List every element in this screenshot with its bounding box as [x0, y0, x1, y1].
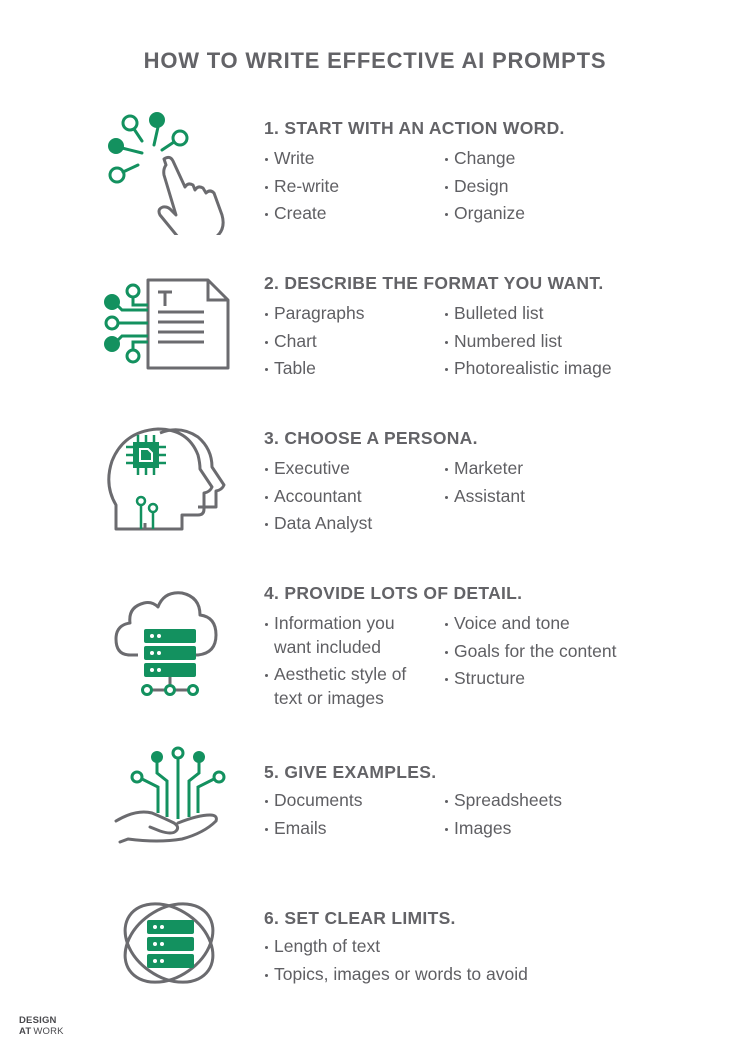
list-item: Aesthetic style of text or images — [264, 663, 434, 710]
list-item: Voice and tone — [444, 612, 616, 636]
list-item: Assistant — [444, 485, 525, 509]
logo-line-1: DESIGN — [19, 1015, 57, 1026]
right-list: Voice and tone Goals for the content Str… — [444, 612, 616, 695]
list-item: Paragraphs — [264, 302, 364, 326]
list-item: Design — [444, 175, 525, 199]
right-list: Bulleted list Numbered list Photorealist… — [444, 302, 612, 385]
hand-circuit-icon — [100, 735, 230, 865]
list-item: Executive — [264, 457, 372, 481]
logo-mark: AT — [19, 1026, 32, 1037]
list-item: Accountant — [264, 485, 372, 509]
section-heading: 5. GIVE EXAMPLES. — [264, 762, 437, 782]
list-item: Photorealistic image — [444, 357, 612, 381]
left-list: Executive Accountant Data Analyst — [264, 457, 372, 540]
list-item: Information you want included — [264, 612, 434, 659]
list-item: Images — [444, 817, 562, 841]
logo-word: WORK — [33, 1026, 64, 1037]
list-item: Marketer — [444, 457, 525, 481]
list-item: Create — [264, 202, 339, 226]
design-at-work-logo: DESIGN AT WORK — [19, 1015, 64, 1037]
section-heading: 2. DESCRIBE THE FORMAT YOU WANT. — [264, 273, 604, 293]
document-circuit-icon — [100, 260, 230, 390]
list-item: Documents — [264, 789, 363, 813]
right-list: Marketer Assistant — [444, 457, 525, 512]
list-item: Write — [264, 147, 339, 171]
logo-line-2: AT WORK — [19, 1026, 64, 1037]
section-heading: 4. PROVIDE LOTS OF DETAIL. — [264, 583, 523, 603]
list-item: Change — [444, 147, 525, 171]
hand-tap-nodes-icon — [100, 105, 230, 235]
section-heading: 6. SET CLEAR LIMITS. — [264, 908, 456, 928]
list-item: Chart — [264, 330, 364, 354]
list-item: Structure — [444, 667, 616, 691]
section-heading: 3. CHOOSE A PERSONA. — [264, 428, 478, 448]
left-list: Write Re-write Create — [264, 147, 339, 230]
left-list: Information you want included Aesthetic … — [264, 612, 434, 714]
list-item: Re-write — [264, 175, 339, 199]
list-item: Goals for the content — [444, 640, 616, 664]
list-item: Numbered list — [444, 330, 612, 354]
left-list: Paragraphs Chart Table — [264, 302, 364, 385]
list-item: Length of text — [264, 935, 528, 959]
list-item: Table — [264, 357, 364, 381]
list-item: Topics, images or words to avoid — [264, 963, 528, 987]
list-item: Bulleted list — [444, 302, 612, 326]
page-title: HOW TO WRITE EFFECTIVE AI PROMPTS — [143, 48, 607, 73]
list-item: Organize — [444, 202, 525, 226]
left-list: Length of text Topics, images or words t… — [264, 935, 528, 990]
list-item: Emails — [264, 817, 363, 841]
right-list: Change Design Organize — [444, 147, 525, 230]
list-item: Spreadsheets — [444, 789, 562, 813]
head-chip-icon — [100, 415, 230, 545]
orbit-server-icon — [100, 880, 230, 1010]
section-heading: 1. START WITH AN ACTION WORD. — [264, 118, 565, 138]
list-item: Data Analyst — [264, 512, 372, 536]
right-list: Spreadsheets Images — [444, 789, 562, 844]
cloud-server-icon — [100, 575, 230, 705]
left-list: Documents Emails — [264, 789, 363, 844]
